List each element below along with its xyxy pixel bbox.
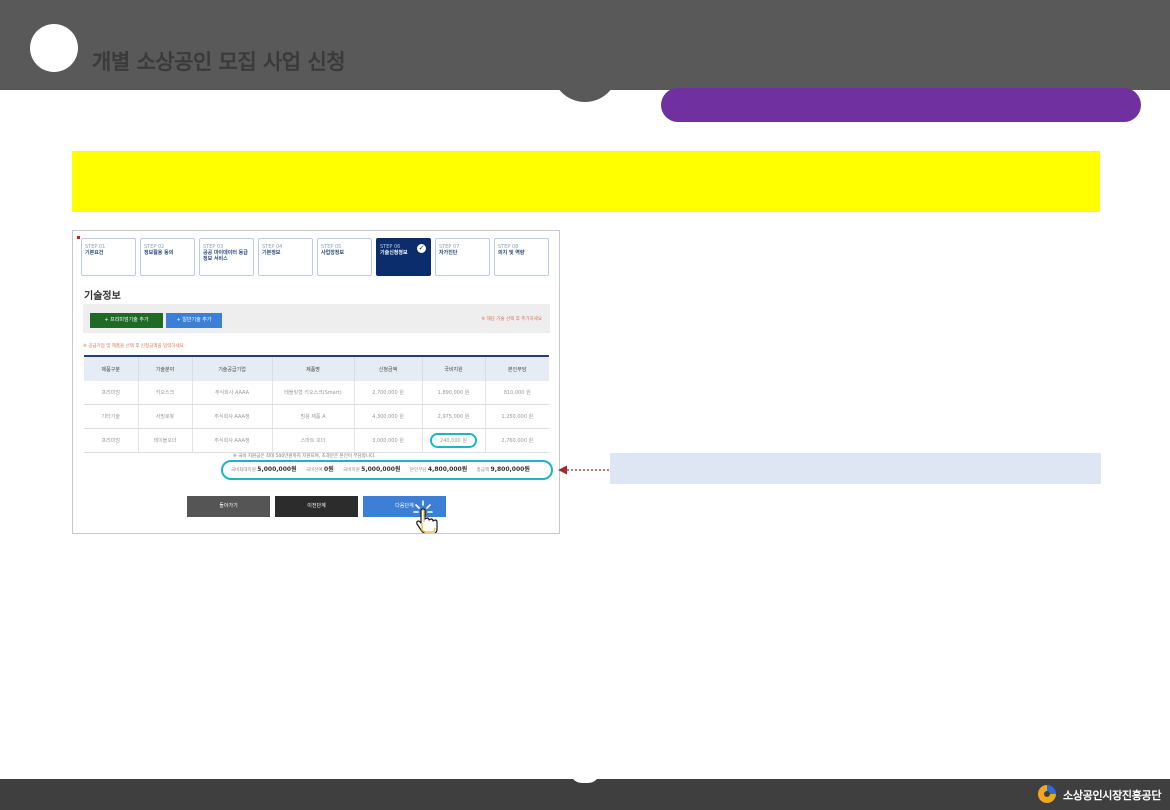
- table-row[interactable]: 기타기술 서빙로봇 주식회사 AAA정 범용 제품 A 4,300,000 원 …: [84, 404, 549, 429]
- application-screenshot: STEP 01 기본요건 STEP 02 정보활용 동의 STEP 03 공공 …: [72, 230, 560, 534]
- summary-value: 0원: [324, 466, 334, 473]
- header-notch: [552, 60, 618, 102]
- table-cell: 주식회사 AAA정: [191, 428, 272, 453]
- column-header: 국비지원: [421, 355, 485, 381]
- add-general-tech-button[interactable]: + 일반기술 추가: [166, 313, 222, 328]
- section-title: 기술정보: [84, 291, 121, 302]
- table-cell: 스마트 오더: [271, 428, 354, 453]
- table-cell: 프리미엄: [84, 381, 138, 405]
- table-cell: 240,000 원: [421, 428, 485, 453]
- table-cell: 서빙로봇: [137, 404, 192, 429]
- summary-value: 5,000,000원: [361, 466, 401, 473]
- column-header: 제품구분: [84, 355, 138, 381]
- step-6-active[interactable]: STEP 06 기술신청정보 ✓: [376, 238, 431, 276]
- add-premium-tech-button[interactable]: + 프리미엄기술 추가: [90, 313, 163, 328]
- table-cell: 2,760,000 원: [484, 428, 549, 453]
- table-cell: 4,300,000 원: [353, 404, 422, 429]
- step-8[interactable]: STEP 08 의지 및 역량: [494, 238, 549, 276]
- table-cell: 프리미엄: [84, 428, 138, 453]
- step-name: 자가진단: [439, 250, 458, 256]
- technology-table: 제품구분 기술분야 기술공급기업 제품명 신청금액 국비지원 본인부담 프리미엄…: [84, 355, 549, 453]
- summary-value: 9,800,000원: [490, 466, 530, 473]
- column-header: 신청금액: [353, 355, 422, 381]
- summary-label: 국비잔여: [306, 468, 323, 473]
- table-cell: 810,000 원: [484, 381, 549, 405]
- table-cell: 기타기술: [84, 404, 138, 429]
- step-name: 기본정보: [262, 250, 281, 256]
- step-progress: STEP 01 기본요건 STEP 02 정보활용 동의 STEP 03 공공 …: [81, 238, 553, 278]
- summary-label: 본인부담: [409, 468, 427, 473]
- table-cell: 3,000,000 원: [353, 428, 422, 453]
- summary-label: 총금액: [476, 468, 490, 473]
- footer-bar: [0, 779, 1170, 810]
- table-cell: 키오스크: [137, 381, 192, 405]
- table-cell: 주식회사 AAA정: [191, 404, 272, 429]
- column-header: 제품명: [271, 355, 354, 381]
- pointer-hand-icon: [413, 500, 438, 533]
- table-cell: 주식회사 AAAA: [191, 381, 272, 405]
- toolbar-note: ※ 해당 기술 선택 후 추가하세요: [481, 317, 542, 322]
- summary-value: 5,000,000원: [257, 466, 297, 473]
- step-4[interactable]: STEP 04 기본정보: [258, 238, 313, 276]
- table-cell: 테블릿형 키오스크(Smart): [271, 381, 354, 405]
- step-name: 정보활용 동의: [144, 250, 174, 256]
- summary-label: 국비최대지원: [231, 468, 256, 473]
- cost-summary-bar: 국비최대지원 5,000,000원 국비잔여 0원 국비지원 5,000,000…: [221, 460, 553, 480]
- step-name: 의지 및 역량: [498, 250, 525, 256]
- instruction-note: ※ 공급기업 및 제품을 선택 후 신청금액을 입력하세요: [83, 344, 184, 349]
- corner-mark: [77, 236, 80, 239]
- table-cell: 1,250,000 원: [484, 404, 549, 429]
- step-3[interactable]: STEP 03 공공 마이데이터 등급정보 서비스: [199, 238, 254, 276]
- summary-value: 4,800,000원: [427, 466, 468, 473]
- step-2[interactable]: STEP 02 정보활용 동의: [140, 238, 195, 276]
- step-name: 공공 마이데이터 등급정보 서비스: [203, 250, 248, 262]
- agency-logo-icon: [1038, 785, 1056, 803]
- column-header: 기술공급기업: [191, 355, 272, 381]
- table-row[interactable]: 프리미엄 키오스크 주식회사 AAAA 테블릿형 키오스크(Smart) 2,7…: [84, 381, 549, 405]
- previous-step-button[interactable]: 이전단계: [275, 496, 358, 517]
- table-header-row: 제품구분 기술분야 기술공급기업 제품명 신청금액 국비지원 본인부담: [84, 355, 549, 381]
- callout-box: [610, 453, 1101, 484]
- table-cell: 범용 제품 A: [271, 404, 354, 429]
- slide-number-badge: [30, 24, 78, 72]
- table-cell: 2,700,000 원: [353, 381, 422, 405]
- check-icon: ✓: [417, 244, 426, 253]
- summary-note: ※ 국비 지원금은 최대 500만원까지 지원되며, 초과분은 본인이 부담합니…: [233, 454, 376, 459]
- callout-arrow-icon: [558, 465, 609, 475]
- agency-logo-text: 소상공인시장진흥공단: [1063, 789, 1162, 802]
- table-cell: 2,975,000 원: [421, 404, 485, 429]
- step-7[interactable]: STEP 07 자가진단: [435, 238, 490, 276]
- highlighted-subsidy-value: 240,000 원: [430, 433, 477, 448]
- step-5[interactable]: STEP 05 사업장정보: [317, 238, 372, 276]
- column-header: 본인부담: [484, 355, 549, 381]
- table-cell: 1,890,000 원: [421, 381, 485, 405]
- step-name: 사업장정보: [321, 250, 345, 256]
- back-button[interactable]: 돌아가기: [187, 496, 270, 517]
- table-row[interactable]: 프리미엄 테이블오더 주식회사 AAA정 스마트 오더 3,000,000 원 …: [84, 428, 549, 453]
- column-header: 기술분야: [137, 355, 192, 381]
- add-technology-toolbar: + 프리미엄기술 추가 + 일반기술 추가 ※ 해당 기술 선택 후 추가하세요: [83, 304, 550, 333]
- purple-label-bar: [661, 88, 1141, 122]
- highlight-band: [72, 151, 1100, 212]
- step-1[interactable]: STEP 01 기본요건: [81, 238, 136, 276]
- table-cell: 테이블오더: [137, 428, 192, 453]
- slide-title: 개별 소상공인 모집 사업 신청: [92, 50, 346, 74]
- summary-label: 국비지원: [343, 468, 360, 473]
- step-name: 기본요건: [85, 250, 104, 256]
